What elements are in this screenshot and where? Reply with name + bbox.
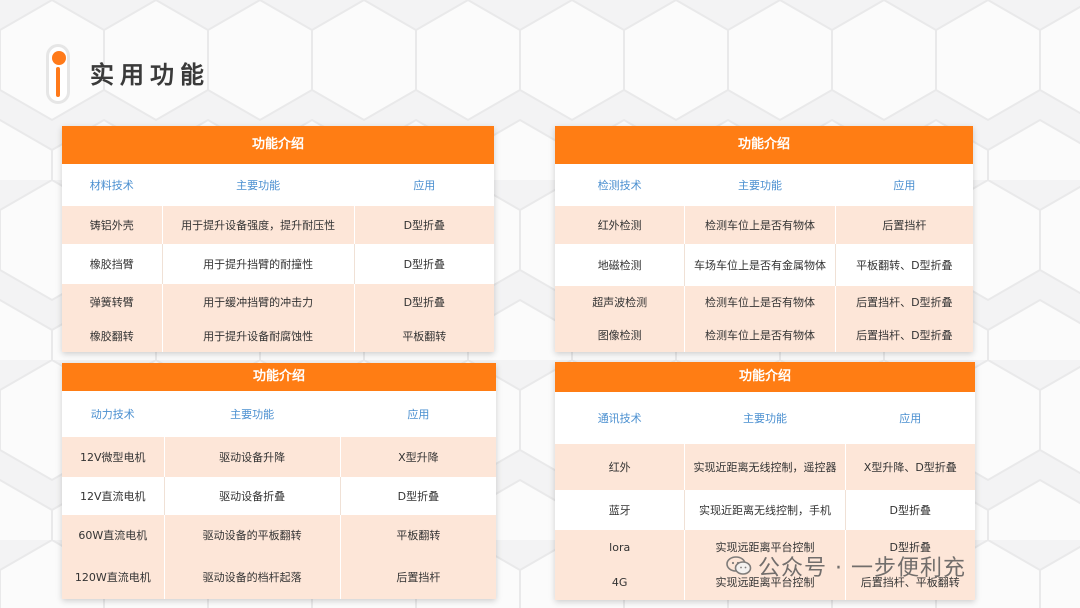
table-header-row: 通讯技术 主要功能 应用 (555, 392, 975, 444)
table-cell: 平板翻转 (396, 529, 441, 542)
table-cell: 用于提升设备耐腐蚀性 (163, 320, 355, 352)
table-cell: 4G (555, 564, 686, 600)
table-cell: 用于提升挡臂的耐撞性 (163, 244, 355, 284)
table-row: 120W直流电机 驱动设备的档杆起落 后置挡杆 (62, 555, 496, 599)
card-detection: 功能介绍 检测技术 主要功能 应用 红外检测 检测车位上是否有物体 后置挡杆 地… (555, 126, 973, 352)
table-cell: D型折叠 (403, 258, 446, 271)
table-row: 超声波检测 检测车位上是否有物体 后置挡杆、D型折叠 (555, 286, 973, 318)
table-cell: 蓝牙 (555, 490, 686, 530)
card-title: 功能介绍 (555, 126, 973, 164)
table-cell: D型折叠 (889, 504, 932, 517)
column-header: 动力技术 (62, 391, 165, 437)
table-cell: 用于提升设备强度，提升耐压性 (163, 206, 355, 244)
page-title: 实用功能 (90, 61, 210, 89)
table-cell: 图像检测 (555, 318, 686, 352)
watermark-text: 公众号 · 一步便利充 (758, 556, 966, 581)
table-row: 蓝牙 实现近距离无线控制，手机 D型折叠 (555, 490, 975, 530)
column-header: 主要功能 (685, 392, 846, 444)
table-cell: 橡胶翻转 (62, 320, 163, 352)
table-cell: 红外检测 (555, 206, 686, 244)
table-cell: D型折叠 (403, 219, 446, 232)
table-row: 红外检测 检测车位上是否有物体 后置挡杆 (555, 206, 973, 244)
table-cell: 弹簧转臂 (62, 284, 163, 320)
wechat-icon (726, 556, 752, 575)
table-row: 12V微型电机 驱动设备升降 X型升降 (62, 437, 496, 477)
table-header-row: 检测技术 主要功能 应用 (555, 164, 973, 206)
table-cell: 橡胶挡臂 (62, 244, 163, 284)
card-materials: 功能介绍 材料技术 主要功能 应用 铸铝外壳 用于提升设备强度，提升耐压性 D型… (62, 126, 494, 352)
table-cell: X型升降 (398, 451, 439, 464)
table-cell: D型折叠 (397, 490, 440, 503)
table-cell: 120W直流电机 (62, 555, 165, 599)
table-cell: 12V直流电机 (62, 477, 165, 515)
table-row: 铸铝外壳 用于提升设备强度，提升耐压性 D型折叠 (62, 206, 494, 244)
column-header: 应用 (407, 408, 430, 421)
table-cell: 检测车位上是否有物体 (685, 286, 836, 318)
table-cell: 平板翻转、D型折叠 (856, 259, 953, 272)
title-badge-icon (46, 44, 70, 104)
table-cell: 检测车位上是否有物体 (685, 206, 836, 244)
column-header: 材料技术 (62, 164, 163, 206)
card-title: 功能介绍 (62, 126, 494, 164)
table-cell: lora (555, 530, 686, 564)
table-cell: 检测车位上是否有物体 (685, 318, 836, 352)
card-title: 功能介绍 (62, 363, 496, 391)
table-cell: 实现近距离无线控制，手机 (685, 490, 846, 530)
table-header-row: 动力技术 主要功能 应用 (62, 391, 496, 437)
table-row: 60W直流电机 驱动设备的平板翻转 平板翻转 (62, 515, 496, 555)
column-header: 应用 (899, 412, 922, 425)
table-cell: 后置挡杆 (882, 219, 927, 232)
table-cell: 平板翻转 (402, 330, 447, 343)
table-cell: 驱动设备折叠 (165, 477, 341, 515)
table-header-row: 材料技术 主要功能 应用 (62, 164, 494, 206)
table-cell: 超声波检测 (555, 286, 686, 318)
column-header: 通讯技术 (555, 392, 686, 444)
table-cell: 铸铝外壳 (62, 206, 163, 244)
card-power: 功能介绍 动力技术 主要功能 应用 12V微型电机 驱动设备升降 X型升降 12… (62, 363, 496, 599)
watermark: 公众号 · 一步便利充 (726, 550, 966, 582)
table-row: 红外 实现近距离无线控制，遥控器 X型升降、D型折叠 (555, 444, 975, 490)
column-header: 主要功能 (163, 164, 355, 206)
table-cell: 驱动设备升降 (165, 437, 341, 477)
table-cell: 驱动设备的档杆起落 (165, 555, 341, 599)
column-header: 应用 (413, 179, 436, 192)
table-row: 弹簧转臂 用于缓冲挡臂的冲击力 D型折叠 (62, 284, 494, 320)
orange-dot (52, 51, 66, 65)
column-header: 主要功能 (165, 391, 341, 437)
table-cell: 驱动设备的平板翻转 (165, 515, 341, 555)
table-row: 图像检测 检测车位上是否有物体 后置挡杆、D型折叠 (555, 318, 973, 352)
table-cell: 车场车位上是否有金属物体 (685, 244, 836, 286)
table-cell: 12V微型电机 (62, 437, 165, 477)
table-cell: 后置挡杆 (396, 571, 441, 584)
table-cell: X型升降、D型折叠 (863, 461, 957, 474)
table-cell: 后置挡杆、D型折叠 (856, 296, 953, 309)
table-row: 12V直流电机 驱动设备折叠 D型折叠 (62, 477, 496, 515)
column-header: 应用 (893, 179, 916, 192)
table-cell: 60W直流电机 (62, 515, 165, 555)
table-row: 地磁检测 车场车位上是否有金属物体 平板翻转、D型折叠 (555, 244, 973, 286)
table-cell: 地磁检测 (555, 244, 686, 286)
table-cell: 实现近距离无线控制，遥控器 (685, 444, 846, 490)
table-cell: 红外 (555, 444, 686, 490)
orange-bar (56, 67, 60, 97)
table-row: 橡胶挡臂 用于提升挡臂的耐撞性 D型折叠 (62, 244, 494, 284)
card-title: 功能介绍 (555, 362, 975, 392)
table-cell: 后置挡杆、D型折叠 (856, 329, 953, 342)
column-header: 主要功能 (685, 164, 836, 206)
table-cell: D型折叠 (403, 296, 446, 309)
table-row: 橡胶翻转 用于提升设备耐腐蚀性 平板翻转 (62, 320, 494, 352)
column-header: 检测技术 (555, 164, 686, 206)
table-cell: 用于缓冲挡臂的冲击力 (163, 284, 355, 320)
